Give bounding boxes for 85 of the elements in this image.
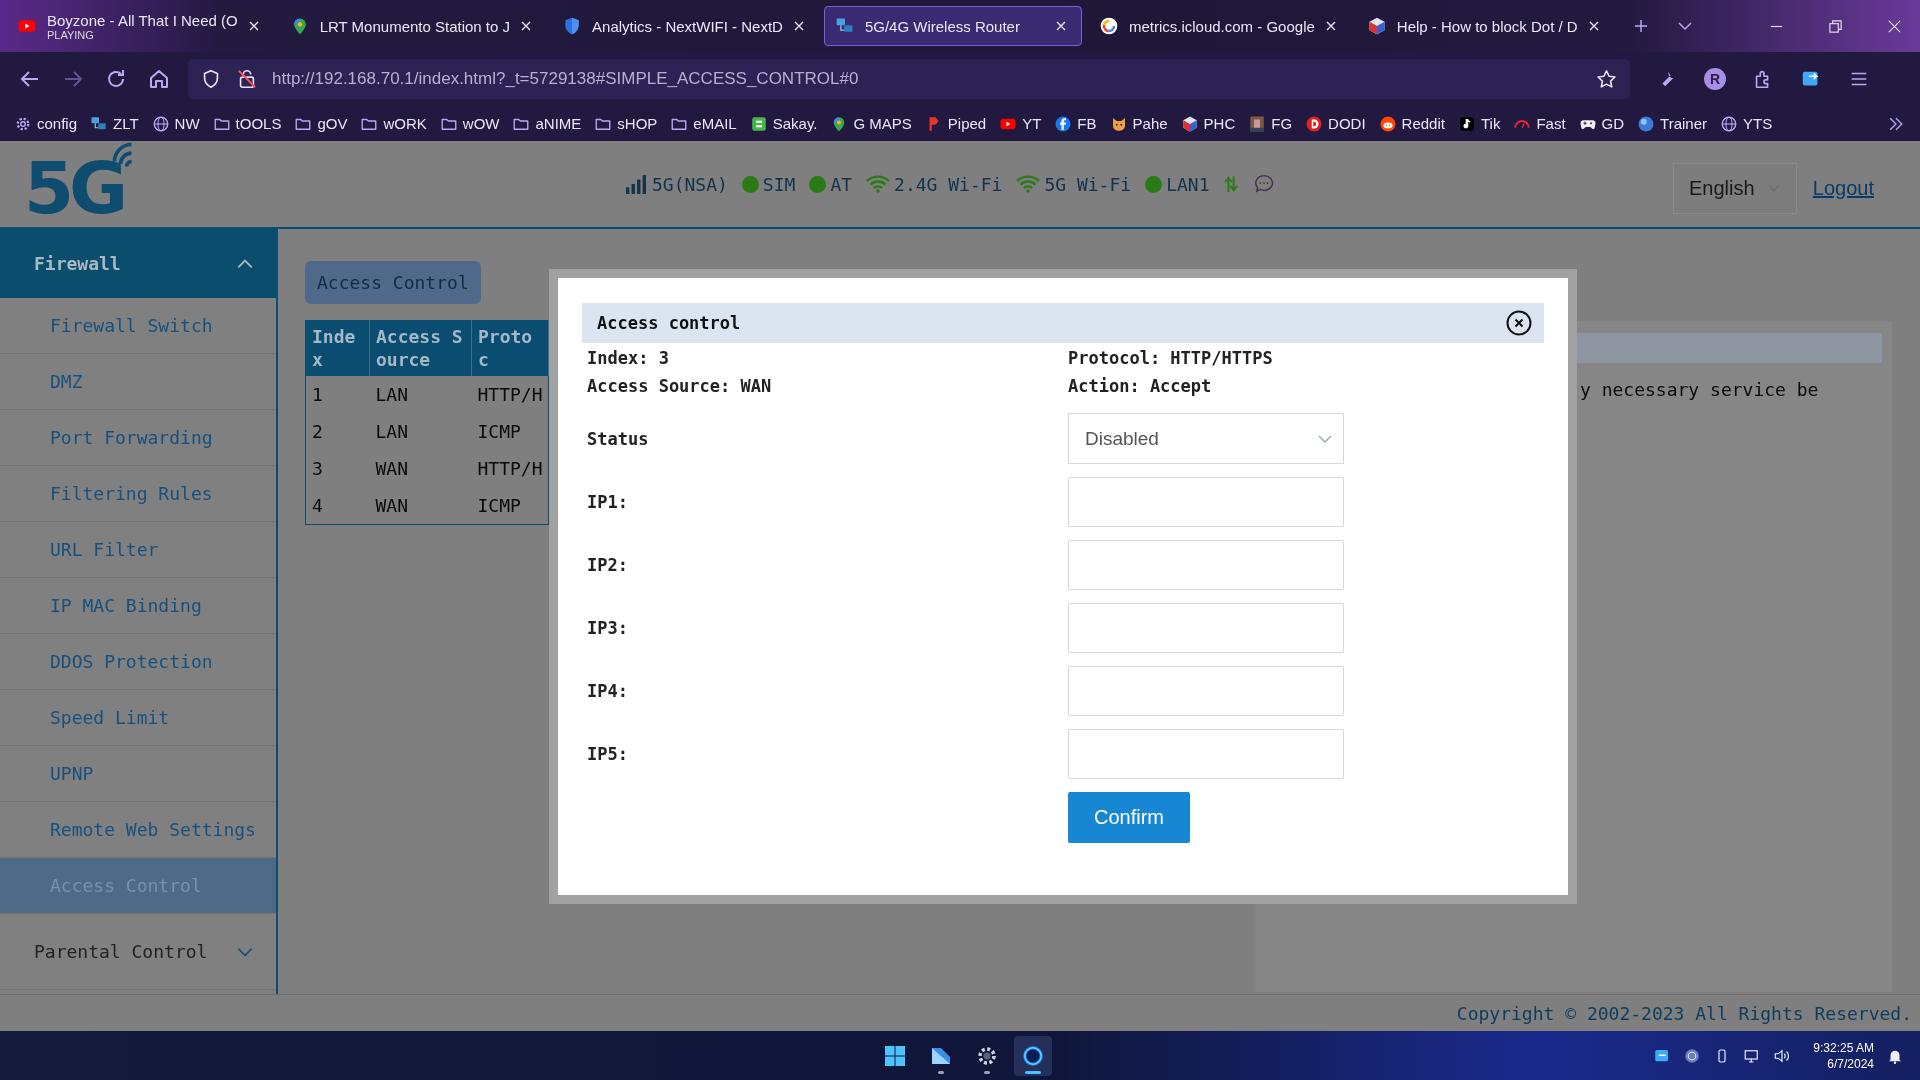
browser-tab[interactable]: metrics.icloud.com - Google <box>1087 6 1350 46</box>
bookmark[interactable]: ZLT <box>90 114 139 133</box>
table-cell: 2 <box>305 412 370 450</box>
table-cell-text: LAN <box>374 419 409 444</box>
column-header: Protoc <box>471 320 549 376</box>
browser-tab[interactable]: Help - How to block Dot / D <box>1355 6 1613 46</box>
bookmark[interactable]: GD <box>1578 114 1625 133</box>
clock-time[interactable]: 9:32:25 AM <box>1813 1039 1874 1056</box>
bookmark[interactable]: eMAIL <box>670 114 737 133</box>
bookmark[interactable]: Pahe <box>1109 114 1168 133</box>
status-label: 2.4G Wi-Fi <box>894 173 1003 195</box>
column-header: Access Source <box>369 320 472 376</box>
bookmark[interactable]: Trainer <box>1637 114 1708 133</box>
confirm-button[interactable]: Confirm <box>1068 792 1190 843</box>
field-label: IP4: <box>587 681 629 701</box>
status-label: 5G Wi-Fi <box>1044 173 1132 195</box>
tab-title: Help - How to block Dot / D <box>1396 17 1578 35</box>
table-cell: 3 <box>305 449 370 487</box>
bookmark[interactable]: Sakay. <box>749 114 818 133</box>
table-cell: LAN <box>369 375 472 413</box>
tab-title: Analytics - NextWIFI - NextD <box>592 17 783 35</box>
bookmark[interactable]: PHC <box>1180 114 1236 133</box>
field-label: IP5: <box>587 744 629 764</box>
tab-title: 5G/4G Wireless Router <box>864 17 1021 35</box>
bookmark[interactable]: Reddit <box>1378 114 1445 133</box>
field-label: IP2: <box>587 555 629 575</box>
tab-title: LRT Monumento Station to J <box>319 17 511 35</box>
bookmark[interactable]: FB <box>1054 114 1097 133</box>
info-text: Action: Accept <box>1068 375 1213 398</box>
table-cell: ICMP <box>471 412 549 450</box>
field-label: IP1: <box>587 492 629 512</box>
profile-button[interactable]: R <box>1704 68 1726 90</box>
bookmark[interactable]: Fast <box>1513 114 1566 133</box>
clock-date[interactable]: 6/7/2024 <box>1827 1055 1874 1072</box>
info-text: Index: 3 <box>587 347 670 370</box>
logo-text: 5G <box>24 152 124 224</box>
table-cell-text: WAN <box>374 456 409 481</box>
bookmark[interactable]: YTS <box>1720 114 1773 133</box>
bookmark[interactable]: gOV <box>294 114 348 133</box>
bookmark[interactable]: aNIME <box>512 114 582 133</box>
language-select[interactable]: English <box>1672 162 1797 214</box>
tab-title: Boyzone - All That I Need (O <box>47 11 238 29</box>
menu-group-label: Parental Control <box>34 941 208 962</box>
browser-tab[interactable]: Analytics - NextWIFI - NextD <box>551 6 818 46</box>
table-cell: 4 <box>305 486 370 524</box>
table-cell: WAN <box>369 486 472 524</box>
table-cell: ICMP <box>471 486 549 524</box>
table-cell: HTTP/H <box>471 375 549 413</box>
bookmark[interactable]: config <box>14 114 78 133</box>
bookmark[interactable]: sHOP <box>594 114 658 133</box>
bookmark[interactable]: Tik <box>1457 114 1501 133</box>
tab-title: metrics.icloud.com - Google <box>1128 17 1315 35</box>
address-bar[interactable]: http://192.168.70.1/index.html?_t=5729138#SIMPLE_ACCESS_CONTROL#0 <box>188 59 1630 99</box>
table-cell: 1 <box>305 375 370 413</box>
bookmark[interactable]: FG <box>1248 114 1293 133</box>
bookmark[interactable]: DODI <box>1305 114 1366 133</box>
copyright-text: Copyright © 2002-2023 All Rights Reserved. <box>1456 1002 1912 1024</box>
browser-tab[interactable]: 5G/4G Wireless Router <box>823 6 1082 46</box>
field-label: Status <box>587 428 650 449</box>
status-label: LAN1 <box>1166 173 1210 195</box>
tab-subtitle: PLAYING <box>47 28 94 41</box>
menu-group-label: Firewall <box>34 253 121 274</box>
bookmark[interactable]: wORK <box>360 114 427 133</box>
bookmark[interactable]: wOW <box>439 114 500 133</box>
field-label: IP3: <box>587 618 629 638</box>
menu-group[interactable]: Firewall <box>0 229 276 298</box>
status-label: AT <box>830 173 853 195</box>
panel-text: y necessary service be <box>1580 379 1820 400</box>
menu-group[interactable]: Parental Control <box>0 914 276 990</box>
bookmark[interactable]: NW <box>151 114 200 133</box>
info-text: Protocol: HTTP/HTTPS <box>1068 347 1274 370</box>
bookmark[interactable]: tOOLS <box>212 114 282 133</box>
table-cell: HTTP/H <box>471 449 549 487</box>
browser-tab[interactable]: Boyzone - All That I Need (O PLAYING <box>6 6 273 46</box>
status-label: 5G(NSA) <box>652 173 728 195</box>
bookmark[interactable]: YT <box>999 114 1042 133</box>
url-text: http://192.168.70.1/index.html?_t=5729138#SIMPLE_ACCESS_CONTROL#0 <box>272 69 860 89</box>
bookmark[interactable]: G MAPS <box>830 114 912 133</box>
bookmark[interactable]: Piped <box>924 114 987 133</box>
dialog-title: Access control <box>597 313 741 333</box>
info-text: Access Source: WAN <box>587 375 773 398</box>
column-header: Index <box>305 320 370 376</box>
browser-tab[interactable]: LRT Monumento Station to J <box>278 6 546 46</box>
status-label: SIM <box>762 173 796 195</box>
status-select[interactable]: Disabled <box>1068 413 1344 464</box>
